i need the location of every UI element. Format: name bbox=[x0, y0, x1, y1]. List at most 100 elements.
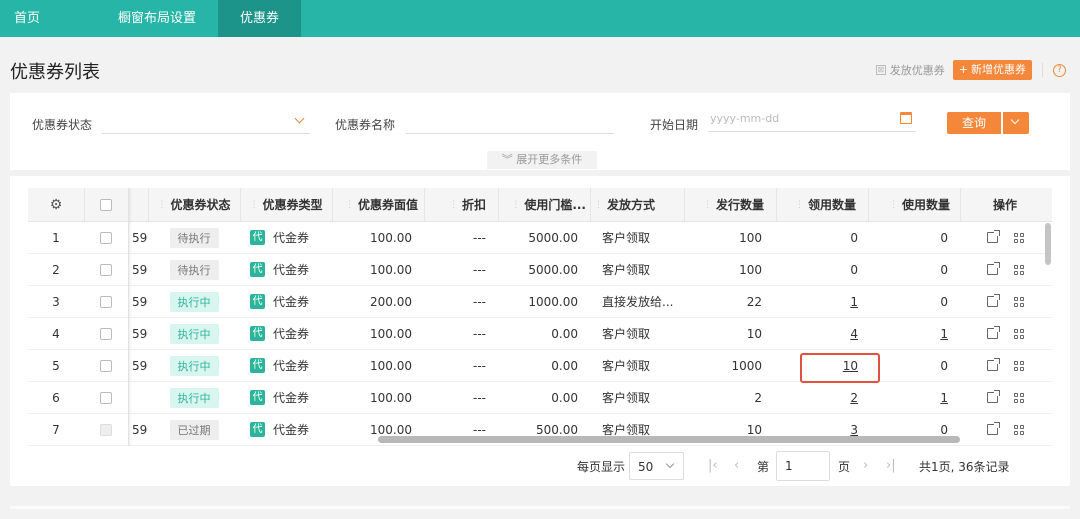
type-value: 代金券 bbox=[273, 423, 310, 437]
used-link[interactable]: 1 bbox=[940, 391, 948, 405]
page-number-input[interactable]: 1 bbox=[776, 451, 830, 481]
sort-handle-icon: ⋮ bbox=[888, 199, 898, 210]
table-row[interactable]: 2 59 待执行 代代金券 100.00 --- 5000.00 客户领取 100 0 0 bbox=[28, 254, 1052, 286]
nav-home[interactable]: 首页 bbox=[0, 0, 54, 37]
col-face-header[interactable]: ⋮ 优惠券面值 bbox=[332, 188, 418, 221]
col-issued-header[interactable]: ⋮ 发行数量 bbox=[684, 188, 764, 221]
more-apps-icon[interactable] bbox=[1013, 360, 1024, 371]
first-page-icon[interactable]: |‹ bbox=[708, 458, 718, 473]
received-link[interactable]: 3 bbox=[850, 423, 858, 437]
select-all-checkbox-cell[interactable] bbox=[84, 188, 128, 221]
used-link[interactable]: 1 bbox=[940, 327, 948, 341]
status-filter-label: 优惠券状态 bbox=[32, 118, 93, 132]
nav-window-layout[interactable]: 橱窗布局设置 bbox=[54, 0, 218, 37]
table-row[interactable]: 6 执行中 代代金券 100.00 --- 0.00 客户领取 2 2 1 bbox=[28, 382, 1052, 414]
more-apps-icon[interactable] bbox=[1013, 296, 1024, 307]
threshold-cell: 1000.00 bbox=[528, 294, 578, 309]
start-date-input[interactable]: yyyy-mm-dd bbox=[708, 110, 916, 132]
row-index: 1 bbox=[52, 230, 60, 245]
row-checkbox[interactable] bbox=[100, 231, 112, 244]
page-title: 优惠券列表 bbox=[10, 62, 100, 83]
col-status-header[interactable]: ⋮ 优惠券状态 bbox=[148, 188, 240, 221]
row-checkbox-cell[interactable] bbox=[84, 318, 128, 349]
edit-icon[interactable] bbox=[986, 422, 1000, 435]
edit-icon[interactable] bbox=[986, 326, 1000, 339]
col-type-header[interactable]: ⋮ 优惠券类型 bbox=[240, 188, 332, 221]
received-link[interactable]: 1 bbox=[850, 295, 858, 309]
row-checkbox-cell[interactable] bbox=[84, 382, 128, 413]
vertical-scrollbar[interactable] bbox=[1045, 223, 1051, 265]
col-used-header[interactable]: ⋮ 使用数量 bbox=[868, 188, 950, 221]
row-checkbox[interactable] bbox=[100, 391, 112, 404]
edit-icon[interactable] bbox=[986, 390, 1000, 403]
face-value-cell: 100.00 bbox=[370, 358, 412, 373]
row-checkbox[interactable] bbox=[100, 295, 112, 308]
col-method-header[interactable]: ⋮ 发放方式 bbox=[594, 188, 678, 221]
table-row[interactable]: 3 59 执行中 代代金券 200.00 --- 1000.00 直接发放给... 22 1 0 bbox=[28, 286, 1052, 318]
row-index: 2 bbox=[52, 262, 60, 277]
more-apps-icon[interactable] bbox=[1013, 328, 1024, 339]
calendar-icon[interactable] bbox=[900, 112, 912, 124]
new-coupon-button[interactable]: + 新增优惠券 bbox=[952, 60, 1032, 80]
row-checkbox[interactable] bbox=[100, 359, 112, 372]
issue-coupon-button[interactable]: ⊠ 发放优惠券 bbox=[875, 62, 945, 78]
actions-cell bbox=[960, 286, 1050, 317]
help-icon[interactable]: ? bbox=[1053, 63, 1066, 77]
col-threshold-header[interactable]: ⋮ 使用门槛... bbox=[498, 188, 586, 221]
actions-cell bbox=[960, 350, 1050, 381]
col-received-label: 领用数量 bbox=[807, 198, 856, 212]
status-select[interactable] bbox=[102, 112, 310, 134]
horizontal-scrollbar[interactable] bbox=[378, 436, 960, 443]
table-row[interactable]: 4 59 执行中 代代金券 100.00 --- 0.00 客户领取 10 4 1 bbox=[28, 318, 1052, 350]
row-checkbox[interactable] bbox=[100, 423, 112, 436]
prev-page-icon[interactable]: ‹ bbox=[734, 458, 739, 473]
expand-more-label: 展开更多条件 bbox=[516, 153, 583, 166]
issued-cell: 100 bbox=[739, 230, 762, 245]
col-discount-header[interactable]: ⋮ 折扣 bbox=[424, 188, 486, 221]
table-row[interactable]: 5 59 执行中代代金券 100.00 --- 0.00 客户领取 1000 10 0 bbox=[28, 350, 1052, 382]
more-apps-icon[interactable] bbox=[1013, 392, 1024, 403]
sort-handle-icon: ⋮ bbox=[702, 199, 712, 210]
row-checkbox[interactable] bbox=[100, 327, 112, 340]
issued-cell: 10 bbox=[746, 326, 762, 341]
edit-icon[interactable] bbox=[986, 230, 1000, 243]
received-link[interactable]: 2 bbox=[850, 391, 858, 405]
name-input[interactable] bbox=[406, 112, 614, 134]
filter-panel: 优惠券状态 优惠券名称 开始日期 yyyy-mm-dd 查询 ︾ 展开更多条件 bbox=[10, 93, 1070, 170]
used-cell: 0 bbox=[868, 254, 948, 285]
per-page-select[interactable]: 50 bbox=[629, 452, 684, 480]
row-checkbox-cell[interactable] bbox=[84, 350, 128, 381]
more-apps-icon[interactable] bbox=[1013, 232, 1024, 243]
row-checkbox[interactable] bbox=[100, 263, 112, 276]
row-checkbox-cell[interactable] bbox=[84, 254, 128, 285]
received-link[interactable]: 4 bbox=[850, 327, 858, 341]
query-button[interactable]: 查询 bbox=[947, 112, 1001, 134]
last-page-icon[interactable]: ›| bbox=[886, 458, 896, 473]
row-checkbox-cell[interactable] bbox=[84, 286, 128, 317]
expand-more-button[interactable]: ︾ 展开更多条件 bbox=[487, 151, 597, 169]
query-dropdown-button[interactable] bbox=[1003, 112, 1029, 134]
column-settings-button[interactable]: ⚙ bbox=[28, 188, 84, 221]
row-checkbox-cell[interactable] bbox=[84, 414, 128, 445]
sort-handle-icon: ⋮ bbox=[448, 199, 458, 210]
status-cell: 执行中 bbox=[148, 350, 240, 381]
select-all-checkbox[interactable] bbox=[100, 198, 112, 211]
sort-handle-icon: ⋮ bbox=[511, 199, 520, 210]
edit-icon[interactable] bbox=[986, 358, 1000, 371]
next-page-icon[interactable]: › bbox=[863, 458, 868, 473]
table-header: ⚙ ⋮ 优惠券状态 ⋮ 优惠券类型 ⋮ 优惠券面值 ⋮ 折扣 ⋮ 使用门槛... ⋮ 发放方… bbox=[28, 188, 1052, 222]
row-checkbox-cell[interactable] bbox=[84, 222, 128, 253]
edit-icon[interactable] bbox=[986, 262, 1000, 275]
threshold-cell: 0.00 bbox=[551, 390, 578, 405]
discount-cell: --- bbox=[473, 294, 486, 309]
edit-icon[interactable] bbox=[986, 294, 1000, 307]
table-row[interactable]: 1 59 待执行 代代金券 100.00 --- 5000.00 客户领取 100 0 0 bbox=[28, 222, 1052, 254]
used-link: 0 bbox=[940, 422, 948, 437]
status-cell: 执行中 bbox=[148, 286, 240, 317]
used-cell: 0 bbox=[868, 222, 948, 253]
col-received-header[interactable]: ⋮ 领用数量 bbox=[776, 188, 856, 221]
nav-coupon[interactable]: 优惠券 bbox=[218, 0, 302, 37]
more-apps-icon[interactable] bbox=[1013, 424, 1024, 435]
threshold-cell: 0.00 bbox=[551, 358, 578, 373]
more-apps-icon[interactable] bbox=[1013, 264, 1024, 275]
